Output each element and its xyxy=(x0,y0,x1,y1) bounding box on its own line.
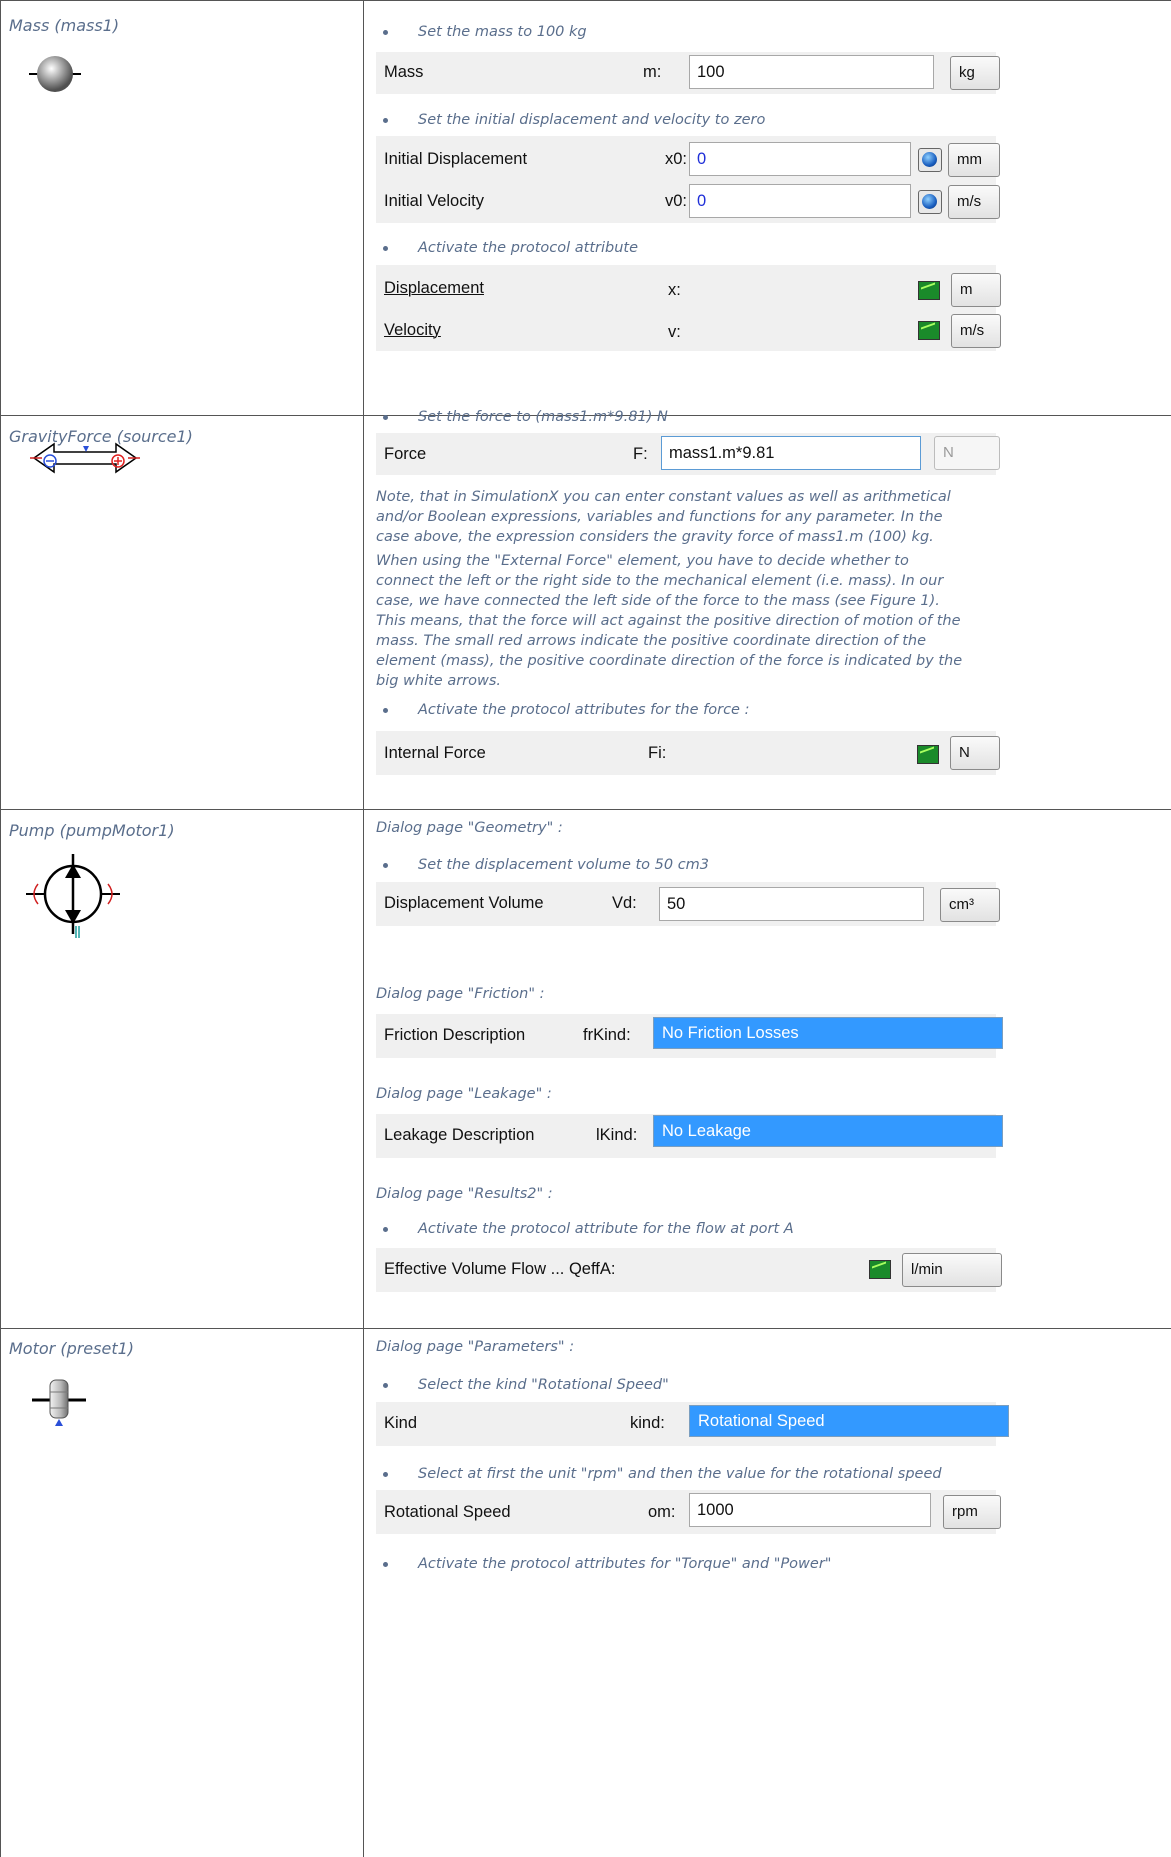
globe-icon[interactable] xyxy=(918,190,942,214)
x0-input[interactable]: 0 xyxy=(689,142,911,176)
param-variable: Fi: xyxy=(648,744,667,762)
row-divider xyxy=(0,809,1171,810)
friction-select[interactable]: No Friction Losses xyxy=(653,1017,1003,1049)
protocol-panel: Displacement x: m Velocity v: m/s xyxy=(376,265,1001,351)
param-label: Effective Volume Flow ... QeffA: xyxy=(384,1260,616,1278)
table-border-left xyxy=(0,1,1,1857)
param-label: Kind xyxy=(384,1414,418,1432)
param-label: Displacement Volume xyxy=(384,894,544,912)
param-label: Initial Velocity xyxy=(384,192,484,210)
param-variable: v: xyxy=(668,323,681,341)
row-divider xyxy=(0,1328,1171,1329)
param-label: Initial Displacement xyxy=(384,150,528,168)
param-variable: F: xyxy=(633,445,648,463)
param-variable: frKind: xyxy=(583,1026,631,1044)
kind-select[interactable]: Rotational Speed xyxy=(689,1405,1009,1437)
dialog-page-label: Dialog page "Leakage" : xyxy=(376,1086,552,1102)
v0-input[interactable]: 0 xyxy=(689,184,911,218)
param-label: Leakage Description xyxy=(384,1126,535,1144)
disp-unit-button[interactable]: m xyxy=(951,273,1001,307)
mass-unit-button[interactable]: kg xyxy=(950,56,1000,90)
row-title-pump: Pump (pumpMotor1) xyxy=(9,821,175,840)
fi-unit-button[interactable]: N xyxy=(950,736,1000,770)
param-variable: m: xyxy=(643,63,662,81)
dialog-page-label: Dialog page "Results2" : xyxy=(376,1186,553,1202)
table-column-divider xyxy=(363,1,364,1857)
param-variable: x: xyxy=(668,281,681,299)
protocol-scope-icon[interactable] xyxy=(918,281,940,300)
pump-icon xyxy=(18,848,128,940)
row-title-mass: Mass (mass1) xyxy=(9,16,120,35)
protocol-scope-icon[interactable] xyxy=(918,321,940,340)
dialog-page-label: Dialog page "Parameters" : xyxy=(376,1339,575,1355)
force-input[interactable]: mass1.m*9.81 xyxy=(661,436,921,470)
param-label: Displacement xyxy=(384,279,484,297)
v0-unit-button[interactable]: m/s xyxy=(948,185,1000,219)
param-variable: v0: xyxy=(665,192,688,210)
x0-unit-button[interactable]: mm xyxy=(948,143,1000,177)
note-paragraph: When using the "External Force" element,… xyxy=(376,553,963,689)
vel-unit-button[interactable]: m/s xyxy=(951,314,1001,348)
kind-row: Kind kind: Rotational Speed xyxy=(376,1402,1009,1446)
mass-input[interactable]: 100 xyxy=(689,55,934,89)
vd-unit-button[interactable]: cm³ xyxy=(940,888,1000,922)
force-icon xyxy=(30,440,140,476)
param-label: Velocity xyxy=(384,321,441,339)
param-label: Mass xyxy=(384,63,424,81)
displacement-volume-row: Displacement Volume Vd: 50 cm³ xyxy=(376,882,1000,926)
param-variable: om: xyxy=(648,1503,676,1521)
param-label: Force xyxy=(384,445,427,463)
vd-input[interactable]: 50 xyxy=(659,887,924,921)
param-label: Rotational Speed xyxy=(384,1503,511,1521)
param-label: Internal Force xyxy=(384,744,486,762)
leakage-row: Leakage Description lKind: No Leakage xyxy=(376,1114,1003,1158)
motor-icon xyxy=(30,1374,88,1432)
flow-protocol-row: Effective Volume Flow ... QeffA: l/min xyxy=(376,1248,1002,1292)
mass-icon xyxy=(27,52,83,96)
force-param-row: Force F: mass1.m*9.81 N xyxy=(376,433,1000,475)
dialog-page-label: Dialog page "Friction" : xyxy=(376,986,545,1002)
internal-force-row: Internal Force Fi: N xyxy=(376,731,1000,775)
rotational-speed-row: Rotational Speed om: 1000 rpm xyxy=(376,1490,1001,1534)
leakage-select[interactable]: No Leakage xyxy=(653,1115,1003,1147)
q-unit-button[interactable]: l/min xyxy=(902,1253,1002,1287)
param-label: Friction Description xyxy=(384,1026,526,1044)
protocol-scope-icon[interactable] xyxy=(869,1260,891,1279)
param-variable: Vd: xyxy=(612,894,637,912)
force-unit-button[interactable]: N xyxy=(934,436,1000,470)
param-variable: lKind: xyxy=(596,1126,638,1144)
dialog-page-label: Dialog page "Geometry" : xyxy=(376,820,563,836)
om-input[interactable]: 1000 xyxy=(689,1493,931,1527)
param-variable: x0: xyxy=(665,150,688,168)
globe-icon[interactable] xyxy=(918,148,942,172)
row-title-motor: Motor (preset1) xyxy=(9,1339,135,1358)
protocol-scope-icon[interactable] xyxy=(917,745,939,764)
om-unit-button[interactable]: rpm xyxy=(943,1495,1001,1529)
note-paragraph: Note, that in SimulationX you can enter … xyxy=(376,489,951,545)
initial-conditions-panel: Initial Displacement x0: 0 mm Initial Ve… xyxy=(376,136,1000,223)
friction-row: Friction Description frKind: No Friction… xyxy=(376,1014,1003,1058)
param-variable: kind: xyxy=(630,1414,665,1432)
mass-param-row: Mass m: 100 kg xyxy=(376,52,1000,94)
